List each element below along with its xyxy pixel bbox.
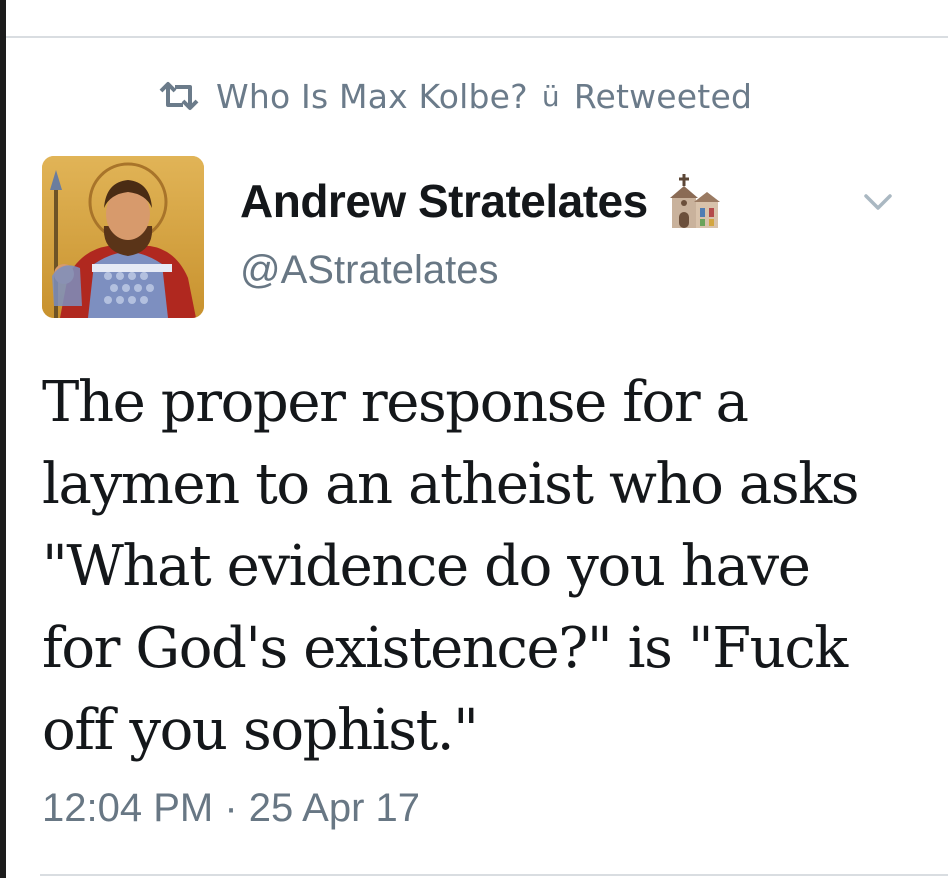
retweeter-emoji: ü	[541, 79, 560, 113]
retweeter-name[interactable]: Who Is Max Kolbe?	[216, 77, 528, 116]
saint-icon-avatar	[42, 156, 204, 318]
top-divider	[6, 36, 948, 38]
bottom-divider	[40, 874, 948, 876]
author-handle[interactable]: @AStratelates	[240, 248, 499, 293]
tweet-text: The proper response for a laymen to an a…	[42, 370, 859, 763]
tweet-timestamp[interactable]: 12:04 PM · 25 Apr 17	[42, 786, 420, 831]
retweet-context[interactable]: Who Is Max Kolbe? ü Retweeted	[156, 72, 752, 120]
chevron-down-icon[interactable]	[860, 186, 896, 216]
tweet-screenshot: Who Is Max Kolbe? ü Retweeted Andrew Str…	[0, 0, 948, 878]
window-edge	[0, 0, 6, 878]
retweeted-label: Retweeted	[573, 76, 753, 116]
church-emoji-icon	[669, 174, 720, 228]
retweet-icon	[159, 82, 199, 110]
display-name[interactable]: Andrew Stratelates	[240, 174, 648, 228]
author-row[interactable]: Andrew Stratelates	[240, 172, 720, 230]
avatar[interactable]	[42, 156, 204, 318]
